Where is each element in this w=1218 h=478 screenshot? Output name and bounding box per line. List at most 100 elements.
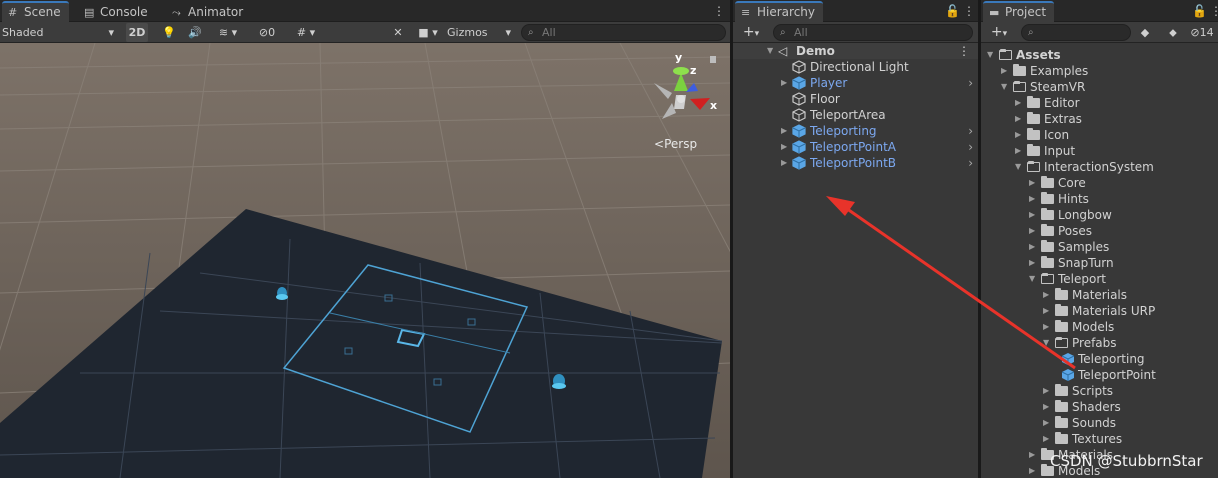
expand-arrow-icon[interactable]: ▶ <box>781 139 787 155</box>
lock-icon[interactable]: 🔓 <box>1192 4 1207 18</box>
tab-project[interactable]: ▬ Project <box>983 1 1055 22</box>
expand-arrow-icon[interactable]: ▶ <box>1029 239 1035 255</box>
expand-arrow-icon[interactable]: ▶ <box>781 75 787 91</box>
camera-dropdown[interactable]: ■ ▾ <box>412 23 444 42</box>
collapse-arrow-icon[interactable]: ▼ <box>1043 335 1049 351</box>
project-folder-item[interactable]: ▶ Core <box>981 175 1218 191</box>
project-item-label: Prefabs <box>1072 336 1117 350</box>
collapse-arrow-icon[interactable]: ▼ <box>1001 79 1007 95</box>
expand-arrow-icon[interactable]: ▶ <box>1015 127 1021 143</box>
tab-animator[interactable]: ⤳ Animator <box>166 3 251 22</box>
project-folder-item[interactable]: ▶ Poses <box>981 223 1218 239</box>
project-folder-item[interactable]: ▶ Sounds <box>981 415 1218 431</box>
collapse-arrow-icon[interactable]: ▼ <box>1015 159 1021 175</box>
project-folder-item[interactable]: ▶ Materials <box>981 287 1218 303</box>
project-folder-item[interactable]: ▼ SteamVR <box>981 79 1218 95</box>
project-folder-item[interactable]: ▼ Assets <box>981 47 1218 63</box>
gizmos-dropdown[interactable]: Gizmos ▾ <box>447 23 515 42</box>
expand-arrow-icon[interactable]: ▶ <box>1029 255 1035 271</box>
expand-arrow-icon[interactable]: ▶ <box>1043 287 1049 303</box>
shading-mode-dropdown[interactable]: Shaded ▾ <box>2 23 118 42</box>
project-folder-item[interactable]: ▶ Icon <box>981 127 1218 143</box>
expand-arrow-icon[interactable]: ▶ <box>781 123 787 139</box>
collapse-arrow-icon[interactable]: ▼ <box>987 47 993 63</box>
project-folder-item[interactable]: ▶ Shaders <box>981 399 1218 415</box>
project-search-input[interactable]: ⌕ <box>1021 24 1131 41</box>
expand-arrow-icon[interactable]: ▶ <box>1015 111 1021 127</box>
expand-arrow-icon[interactable]: ▶ <box>1015 95 1021 111</box>
effects-dropdown[interactable]: ≋ ▾ <box>208 23 248 42</box>
hierarchy-item[interactable]: Floor <box>733 91 978 107</box>
kebab-menu-icon[interactable]: ⋮ <box>958 43 970 59</box>
hierarchy-search-input[interactable]: ⌕ All <box>773 24 973 41</box>
open-prefab-chevron-icon[interactable]: › <box>968 139 973 155</box>
expand-arrow-icon[interactable]: ▶ <box>1043 303 1049 319</box>
expand-arrow-icon[interactable]: ▶ <box>1001 63 1007 79</box>
expand-arrow-icon[interactable]: ▶ <box>1043 383 1049 399</box>
hierarchy-item[interactable]: ▶ TeleportPointA › <box>733 139 978 155</box>
project-folder-item[interactable]: ▶ Samples <box>981 239 1218 255</box>
expand-arrow-icon[interactable]: ▶ <box>1029 463 1035 478</box>
project-folder-item[interactable]: ▶ Editor <box>981 95 1218 111</box>
scene-viewport[interactable]: y z x <Persp <box>0 43 730 478</box>
tab-console[interactable]: ▤ Console <box>78 3 156 22</box>
lighting-toggle-icon[interactable]: 💡 <box>156 23 182 42</box>
create-dropdown[interactable]: +▾ <box>737 23 765 42</box>
expand-arrow-icon[interactable]: ▶ <box>1029 191 1035 207</box>
project-folder-item[interactable]: ▶ Models <box>981 319 1218 335</box>
project-folder-item[interactable]: ▶ Textures <box>981 431 1218 447</box>
kebab-menu-icon[interactable]: ⋮ <box>713 4 725 18</box>
tab-scene[interactable]: # Scene <box>2 1 69 22</box>
hierarchy-item[interactable]: ▶ Player › <box>733 75 978 91</box>
hierarchy-item[interactable]: TeleportArea <box>733 107 978 123</box>
project-folder-item[interactable]: ▼ Teleport <box>981 271 1218 287</box>
expand-arrow-icon[interactable]: ▼ <box>767 43 773 59</box>
expand-arrow-icon[interactable]: ▶ <box>1029 175 1035 191</box>
project-folder-item[interactable]: ▶ SnapTurn <box>981 255 1218 271</box>
project-prefab-item[interactable]: TeleportPoint <box>981 367 1218 383</box>
hidden-packages-toggle[interactable]: ⊘14 <box>1187 23 1217 42</box>
expand-arrow-icon[interactable]: ▶ <box>1029 207 1035 223</box>
collapse-arrow-icon[interactable]: ▼ <box>1029 271 1035 287</box>
project-folder-item[interactable]: ▼ Prefabs <box>981 335 1218 351</box>
project-folder-item[interactable]: ▶ Input <box>981 143 1218 159</box>
expand-arrow-icon[interactable]: ▶ <box>1043 399 1049 415</box>
project-folder-item[interactable]: ▶ Scripts <box>981 383 1218 399</box>
projection-toggle[interactable]: <Persp <box>654 137 697 151</box>
filter-by-type-icon[interactable]: ◆ <box>1137 23 1153 42</box>
hidden-objects-toggle[interactable]: ⊘0 <box>252 23 282 42</box>
expand-arrow-icon[interactable]: ▶ <box>781 155 787 171</box>
project-folder-item[interactable]: ▶ Longbow <box>981 207 1218 223</box>
open-prefab-chevron-icon[interactable]: › <box>968 123 973 139</box>
expand-arrow-icon[interactable]: ▶ <box>1029 447 1035 463</box>
hierarchy-item[interactable]: ▶ TeleportPointB › <box>733 155 978 171</box>
kebab-menu-icon[interactable]: ⋮ <box>1210 4 1218 18</box>
audio-toggle-icon[interactable]: 🔊 <box>184 23 206 42</box>
expand-arrow-icon[interactable]: ▶ <box>1043 415 1049 431</box>
scene-search-input[interactable]: ⌕ All <box>521 24 726 41</box>
hierarchy-item[interactable]: ▶ Teleporting › <box>733 123 978 139</box>
expand-arrow-icon[interactable]: ▶ <box>1029 223 1035 239</box>
expand-arrow-icon[interactable]: ▶ <box>1015 143 1021 159</box>
tab-hierarchy[interactable]: ≡ Hierarchy <box>735 1 824 22</box>
project-folder-item[interactable]: ▶ Materials URP <box>981 303 1218 319</box>
scene-root-row[interactable]: ▼ ◁ Demo ⋮ <box>733 43 978 59</box>
folder-icon <box>1055 288 1068 300</box>
project-folder-item[interactable]: ▶ Examples <box>981 63 1218 79</box>
tools-icon[interactable]: ✕ <box>388 23 408 42</box>
project-folder-item[interactable]: ▶ Extras <box>981 111 1218 127</box>
lock-icon[interactable]: 🔓 <box>945 4 960 18</box>
grid-snap-dropdown[interactable]: # ▾ <box>286 23 326 42</box>
kebab-menu-icon[interactable]: ⋮ <box>963 4 975 18</box>
create-asset-dropdown[interactable]: +▾ <box>985 23 1013 42</box>
project-folder-item[interactable]: ▶ Hints <box>981 191 1218 207</box>
project-prefab-item[interactable]: Teleporting <box>981 351 1218 367</box>
open-prefab-chevron-icon[interactable]: › <box>968 75 973 91</box>
hierarchy-item[interactable]: Directional Light <box>733 59 978 75</box>
toggle-2d-button[interactable]: 2D <box>126 23 148 42</box>
expand-arrow-icon[interactable]: ▶ <box>1043 431 1049 447</box>
filter-by-label-icon[interactable]: ⬥ <box>1165 23 1181 42</box>
expand-arrow-icon[interactable]: ▶ <box>1043 319 1049 335</box>
open-prefab-chevron-icon[interactable]: › <box>968 155 973 171</box>
project-folder-item[interactable]: ▼ InteractionSystem <box>981 159 1218 175</box>
